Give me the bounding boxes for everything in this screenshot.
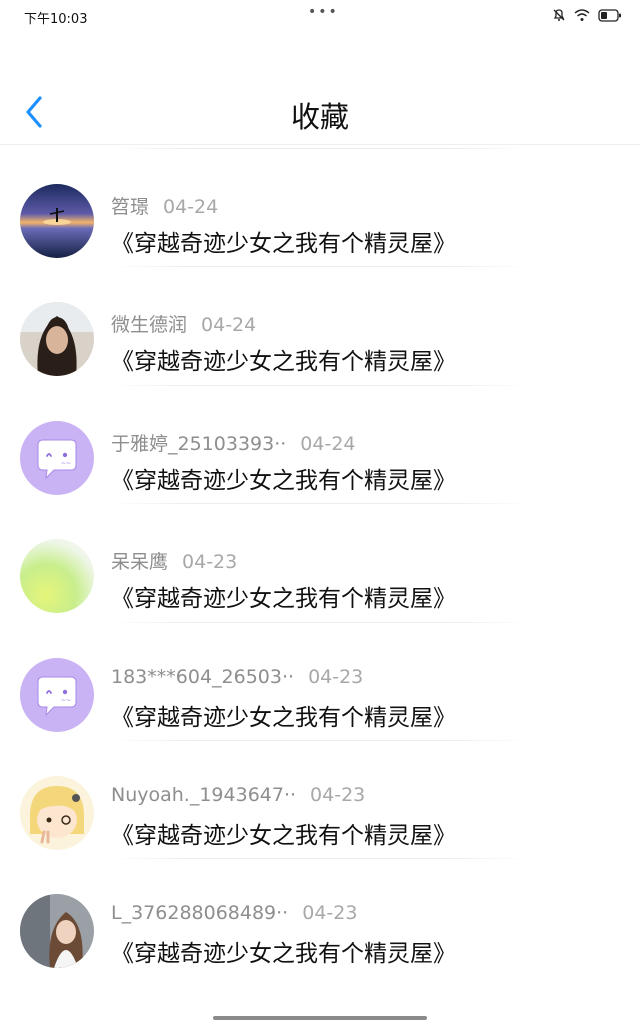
- mute-bell-icon: [552, 8, 566, 22]
- list-item[interactable]: 微生德润 04-24 《穿越奇迹少女之我有个精灵屋》: [0, 266, 640, 384]
- status-icons: [552, 8, 622, 22]
- avatar[interactable]: [20, 184, 94, 258]
- user-name: 呆呆鹰: [111, 551, 169, 574]
- favorite-date: 04-23: [310, 783, 366, 806]
- divider: [110, 503, 530, 505]
- divider: [110, 384, 530, 386]
- list-item[interactable]: L_376288068489·· 04-23 《穿越奇迹少女之我有个精灵屋》: [0, 858, 640, 976]
- favorite-date: 04-23: [302, 902, 358, 925]
- avatar[interactable]: [20, 894, 94, 969]
- list-item[interactable]: ~~ 183***604_26503·· 04-23 《穿越奇迹少女之我有个精灵屋…: [0, 621, 640, 740]
- more-dots-indicator: •••: [308, 4, 339, 20]
- svg-text:~~: ~~: [61, 460, 71, 467]
- wifi-icon: [574, 8, 590, 22]
- home-indicator[interactable]: [213, 1016, 427, 1020]
- favorite-meta: 笤璟 04-24: [111, 192, 218, 219]
- avatar[interactable]: [20, 775, 94, 850]
- list-item[interactable]: 笤璟 04-24 《穿越奇迹少女之我有个精灵屋》: [0, 148, 640, 266]
- page-title: 收藏: [290, 100, 349, 134]
- divider: [110, 858, 530, 860]
- avatar[interactable]: [20, 302, 94, 377]
- divider: [110, 621, 530, 623]
- favorite-date: 04-23: [182, 551, 238, 574]
- favorite-date: 04-23: [308, 665, 364, 688]
- divider: [110, 148, 530, 149]
- favorite-meta: 183***604_26503·· 04-23: [111, 666, 363, 688]
- divider: [110, 266, 530, 268]
- user-name: L_376288068489··: [111, 902, 289, 925]
- book-title[interactable]: 《穿越奇迹少女之我有个精灵屋》: [111, 224, 456, 258]
- book-title[interactable]: 《穿越奇迹少女之我有个精灵屋》: [111, 579, 456, 613]
- book-title[interactable]: 《穿越奇迹少女之我有个精灵屋》: [111, 698, 456, 732]
- favorite-meta: Nuyoah._1943647·· 04-23: [111, 784, 365, 806]
- favorite-date: 04-24: [201, 314, 257, 337]
- avatar[interactable]: [20, 539, 94, 614]
- status-bar: 下午10:03 •••: [0, 0, 640, 32]
- book-title[interactable]: 《穿越奇迹少女之我有个精灵屋》: [111, 461, 456, 495]
- user-name: Nuyoah._1943647··: [111, 783, 297, 806]
- list-item[interactable]: ~~ 于雅婷_25103393·· 04-24 《穿越奇迹少女之我有个精灵屋》: [0, 384, 640, 503]
- list-item[interactable]: 呆呆鹰 04-23 《穿越奇迹少女之我有个精灵屋》: [0, 503, 640, 621]
- divider: [110, 739, 530, 741]
- book-title[interactable]: 《穿越奇迹少女之我有个精灵屋》: [111, 342, 456, 376]
- favorite-date: 04-24: [163, 196, 219, 218]
- avatar[interactable]: ~~: [20, 657, 94, 732]
- battery-icon: [598, 8, 622, 22]
- favorite-meta: 微生德润 04-24: [111, 310, 256, 337]
- favorite-meta: 呆呆鹰 04-23: [111, 547, 237, 574]
- favorite-meta: 于雅婷_25103393·· 04-24: [111, 429, 356, 456]
- favorite-date: 04-24: [300, 432, 356, 455]
- svg-text:~~: ~~: [61, 697, 71, 704]
- user-name: 笤璟: [111, 196, 150, 218]
- header: 收藏: [0, 32, 640, 145]
- book-title[interactable]: 《穿越奇迹少女之我有个精灵屋》: [111, 934, 456, 968]
- book-title[interactable]: 《穿越奇迹少女之我有个精灵屋》: [111, 816, 456, 850]
- status-time: 下午10:03: [24, 12, 88, 27]
- user-name: 于雅婷_25103393··: [111, 432, 287, 455]
- favorite-meta: L_376288068489·· 04-23: [111, 902, 357, 924]
- list-item[interactable]: Nuyoah._1943647·· 04-23 《穿越奇迹少女之我有个精灵屋》: [0, 739, 640, 858]
- user-name: 183***604_26503··: [111, 665, 295, 688]
- user-name: 微生德润: [111, 314, 188, 337]
- favorites-list: 笤璟 04-24 《穿越奇迹少女之我有个精灵屋》 微生德润 04-24 《穿越奇迹少…: [0, 148, 640, 977]
- avatar[interactable]: ~~: [20, 420, 94, 495]
